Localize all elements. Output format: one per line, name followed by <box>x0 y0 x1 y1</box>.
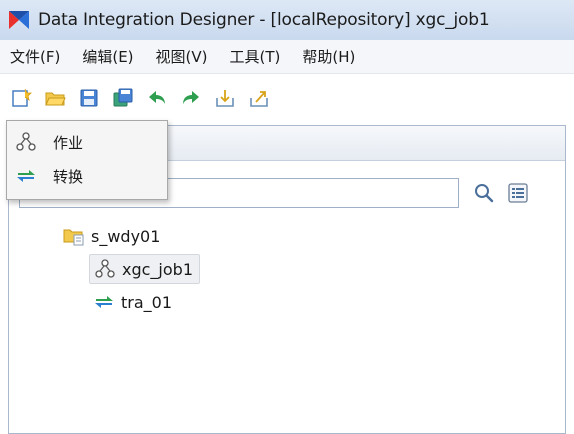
menu-bar: 文件(F) 编辑(E) 视图(V) 工具(T) 帮助(H) <box>0 40 574 74</box>
menu-view[interactable]: 视图(V) <box>156 46 208 67</box>
new-file-icon[interactable] <box>10 87 32 109</box>
tree-item-label: s_wdy01 <box>91 226 161 246</box>
menu-item-label: 转换 <box>53 167 84 186</box>
tree-item-job[interactable]: xgc_job1 <box>89 254 200 284</box>
import-icon[interactable] <box>214 87 236 109</box>
undo-arrow-icon[interactable] <box>146 87 168 109</box>
folder-icon <box>63 225 85 247</box>
list-view-icon[interactable] <box>505 180 531 206</box>
transformation-icon <box>93 291 115 313</box>
tree-item-label: tra_01 <box>121 292 173 312</box>
job-icon <box>15 131 37 153</box>
new-dropdown-menu: 作业 转换 <box>6 120 168 200</box>
menu-tools[interactable]: 工具(T) <box>230 46 281 67</box>
menu-help[interactable]: 帮助(H) <box>302 46 355 67</box>
tree-item-transformation[interactable]: tra_01 <box>89 287 178 317</box>
job-icon <box>94 258 116 280</box>
title-bar[interactable]: Data Integration Designer - [localReposi… <box>0 0 574 40</box>
transformation-icon <box>15 165 37 187</box>
tree-item-label: xgc_job1 <box>122 259 193 279</box>
kettle-logo-icon <box>8 9 30 31</box>
menu-item-transformation[interactable]: 转换 <box>7 159 167 193</box>
redo-arrow-icon[interactable] <box>180 87 202 109</box>
save-as-icon[interactable] <box>112 87 134 109</box>
menu-item-job[interactable]: 作业 <box>7 125 167 159</box>
toolbar <box>0 75 574 121</box>
save-icon[interactable] <box>78 87 100 109</box>
open-folder-icon[interactable] <box>44 87 66 109</box>
menu-item-label: 作业 <box>53 133 84 152</box>
menu-file[interactable]: 文件(F) <box>10 46 60 67</box>
search-icon[interactable] <box>471 180 497 206</box>
export-icon[interactable] <box>248 87 270 109</box>
menu-edit[interactable]: 编辑(E) <box>82 46 133 67</box>
window-title: Data Integration Designer - [localReposi… <box>38 10 490 30</box>
tree-item-folder[interactable]: s_wdy01 <box>59 221 166 251</box>
